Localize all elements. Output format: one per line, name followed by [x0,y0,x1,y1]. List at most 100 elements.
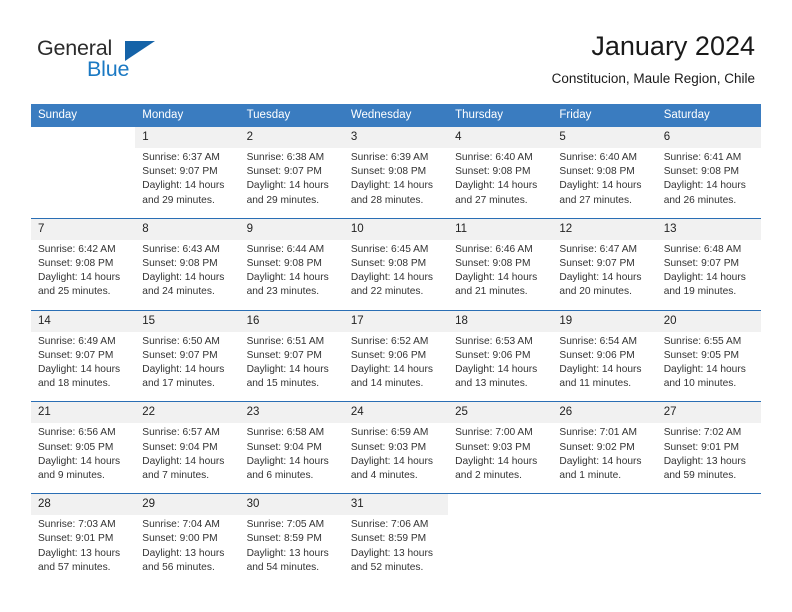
day-daylight-line2-text: and 56 minutes. [142,561,215,573]
day-daylight-line1-text: Daylight: 14 hours [142,180,225,192]
day-number[interactable]: 29 [135,493,240,516]
day-cell[interactable]: Sunrise: 6:41 AM Sunset: 9:08 PM Daylight:… [656,148,761,219]
day-number[interactable]: 15 [135,309,240,332]
day-cell[interactable]: Sunrise: 7:03 AM Sunset: 9:01 PM Daylight:… [31,515,136,588]
day-number[interactable]: 31 [343,493,449,516]
day-number[interactable]: 14 [31,309,136,332]
day-cell[interactable]: Sunrise: 7:01 AM Sunset: 9:02 PM Daylight:… [552,423,657,494]
day-cell[interactable]: Sunrise: 7:05 AM Sunset: 8:59 PM Daylight:… [239,515,344,588]
day-cell-empty [448,515,553,588]
day-number-empty [448,493,553,516]
day-number[interactable]: 10 [343,217,449,240]
day-number[interactable]: 6 [656,127,761,148]
day-number[interactable]: 18 [448,309,553,332]
day-number[interactable]: 9 [239,217,344,240]
day-cell[interactable]: Sunrise: 6:51 AM Sunset: 9:07 PM Daylight:… [239,331,344,402]
day-cell[interactable]: Sunrise: 6:54 AM Sunset: 9:06 PM Daylight:… [552,331,657,402]
calendar-header-row: Sunday Monday Tuesday Wednesday Thursday Frid… [31,104,761,127]
day-cell[interactable]: Sunrise: 6:50 AM Sunset: 9:07 PM Daylight:… [135,331,240,402]
day-cell[interactable]: Sunrise: 6:40 AM Sunset: 9:08 PM Daylight:… [448,148,553,219]
day-number[interactable]: 30 [239,493,344,516]
day-sunset-text: Sunset: 9:07 PM [142,349,218,361]
day-number[interactable]: 28 [31,493,136,516]
day-sunrise-text: Sunrise: 6:42 AM [38,243,116,255]
week-number-row: 123456 [31,127,761,148]
day-daylight-line1-text: Daylight: 14 hours [663,364,746,376]
week-number-row: 14 15 16 17 18 19 20 [31,309,761,332]
day-number[interactable]: 27 [656,401,761,424]
day-number[interactable]: 17 [343,309,449,332]
day-sunrise-text: Sunrise: 6:59 AM [350,427,429,439]
day-number[interactable]: 7 [31,217,136,240]
day-sunrise-text: Sunrise: 7:00 AM [455,427,533,439]
day-number[interactable]: 19 [552,309,657,332]
day-cell[interactable]: Sunrise: 6:38 AM Sunset: 9:07 PM Daylight:… [239,148,344,219]
day-daylight-line1-text: Daylight: 14 hours [142,364,225,376]
day-sunrise-text: Sunrise: 6:54 AM [559,335,637,347]
day-cell[interactable]: Sunrise: 6:48 AM Sunset: 9:07 PM Daylight:… [656,239,761,311]
day-number[interactable]: 3 [343,127,449,148]
day-cell[interactable]: Sunrise: 6:42 AM Sunset: 9:08 PM Daylight:… [31,239,136,311]
day-cell[interactable]: Sunrise: 6:45 AM Sunset: 9:08 PM Daylight:… [343,239,449,311]
day-cell[interactable]: Sunrise: 6:39 AM Sunset: 9:08 PM Daylight:… [343,148,449,219]
day-number[interactable]: 12 [552,217,657,240]
day-sunset-text: Sunset: 9:08 PM [246,258,322,270]
day-sunrise-text: Sunrise: 6:39 AM [350,152,429,163]
day-daylight-line1-text: Daylight: 14 hours [142,272,225,284]
day-cell[interactable]: Sunrise: 6:58 AM Sunset: 9:04 PM Daylight:… [239,423,344,494]
day-cell[interactable]: Sunrise: 6:59 AM Sunset: 9:03 PM Daylight:… [343,423,449,494]
day-cell[interactable]: Sunrise: 6:47 AM Sunset: 9:07 PM Daylight:… [552,239,657,311]
day-daylight-line1-text: Daylight: 14 hours [350,455,433,467]
day-daylight-line2-text: and 6 minutes. [246,470,314,482]
day-number[interactable]: 20 [656,309,761,332]
day-sunrise-text: Sunrise: 7:05 AM [246,519,325,531]
day-sunrise-text: Sunrise: 6:50 AM [142,335,220,347]
day-number[interactable]: 13 [656,217,761,240]
calendar-page: General Blue January 2024 Constitucion, … [0,0,792,612]
day-number[interactable]: 23 [239,401,344,424]
day-number[interactable]: 8 [135,217,240,240]
day-daylight-line2-text: and 25 minutes. [38,286,111,298]
day-cell[interactable]: Sunrise: 6:43 AM Sunset: 9:08 PM Daylight:… [135,239,240,311]
day-daylight-line2-text: and 7 minutes. [142,470,210,482]
weekday-header-saturday: Saturday [656,104,761,127]
day-daylight-line2-text: and 2 minutes. [455,470,522,482]
day-cell[interactable]: Sunrise: 6:56 AM Sunset: 9:05 PM Daylight:… [31,423,136,494]
day-number[interactable]: 16 [239,309,344,332]
day-cell[interactable]: Sunrise: 6:55 AM Sunset: 9:05 PM Daylight:… [656,331,761,402]
day-cell[interactable]: Sunrise: 6:49 AM Sunset: 9:07 PM Daylight:… [31,331,136,402]
day-cell[interactable]: Sunrise: 6:46 AM Sunset: 9:08 PM Daylight:… [448,239,553,311]
day-daylight-line2-text: and 19 minutes. [663,286,737,298]
day-number[interactable]: 25 [448,401,553,424]
day-number[interactable]: 2 [239,127,344,148]
page-subtitle: Constitucion, Maule Region, Chile [551,71,755,86]
general-blue-logo: General Blue [37,36,167,84]
day-daylight-line2-text: and 24 minutes. [142,286,215,298]
day-cell[interactable]: Sunrise: 6:52 AM Sunset: 9:06 PM Daylight:… [343,331,449,402]
day-cell[interactable]: Sunrise: 7:00 AM Sunset: 9:03 PM Daylight:… [448,423,553,494]
day-cell[interactable]: Sunrise: 6:53 AM Sunset: 9:06 PM Daylight:… [448,331,553,402]
day-number[interactable]: 5 [552,127,657,148]
day-cell-empty [552,515,657,588]
day-daylight-line2-text: and 18 minutes. [38,378,111,390]
day-cell[interactable]: Sunrise: 6:40 AM Sunset: 9:08 PM Daylight:… [552,148,657,219]
day-cell[interactable]: Sunrise: 7:02 AM Sunset: 9:01 PM Daylight:… [656,423,761,494]
day-daylight-line1-text: Daylight: 14 hours [38,455,121,467]
day-sunset-text: Sunset: 9:05 PM [38,441,114,453]
day-number[interactable]: 24 [343,401,449,424]
day-cell[interactable]: Sunrise: 6:44 AM Sunset: 9:08 PM Daylight:… [239,239,344,311]
day-sunrise-text: Sunrise: 7:06 AM [350,519,429,531]
day-number[interactable]: 11 [448,217,553,240]
day-number[interactable]: 22 [135,401,240,424]
day-cell[interactable]: Sunrise: 6:57 AM Sunset: 9:04 PM Daylight:… [135,423,240,494]
day-number[interactable]: 4 [448,127,553,148]
day-daylight-line2-text: and 4 minutes. [350,470,418,482]
day-cell[interactable]: Sunrise: 6:37 AM Sunset: 9:07 PM Daylight:… [135,148,240,219]
day-number[interactable]: 26 [552,401,657,424]
day-cell[interactable]: Sunrise: 7:06 AM Sunset: 8:59 PM Daylight:… [343,515,449,588]
day-number[interactable]: 21 [31,401,136,424]
day-daylight-line1-text: Daylight: 14 hours [246,364,329,376]
day-cell[interactable]: Sunrise: 7:04 AM Sunset: 9:00 PM Daylight:… [135,515,240,588]
day-daylight-line1-text: Daylight: 14 hours [350,272,433,284]
day-number[interactable]: 1 [135,127,240,148]
